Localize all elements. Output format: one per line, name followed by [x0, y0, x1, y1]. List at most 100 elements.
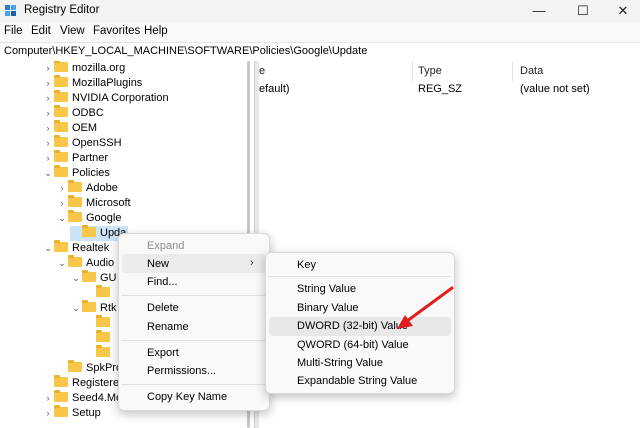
- submenu-qword-value[interactable]: QWORD (64-bit) Value: [297, 339, 409, 351]
- menu-permissions[interactable]: Permissions...: [147, 365, 216, 377]
- expand-arrow-icon[interactable]: ›: [56, 196, 68, 211]
- tree-item-label: ODBC: [72, 107, 104, 119]
- menu-expand[interactable]: Expand: [147, 240, 184, 252]
- submenu-multi-string-value[interactable]: Multi-String Value: [297, 357, 383, 369]
- folder-icon: [54, 390, 68, 402]
- column-name[interactable]: e: [259, 65, 265, 77]
- menu-help[interactable]: Help: [144, 25, 168, 37]
- expand-arrow-icon[interactable]: ›: [42, 136, 54, 151]
- expand-arrow-icon[interactable]: ›: [42, 106, 54, 121]
- folder-icon: [96, 330, 110, 342]
- submenu-expandable-string-value[interactable]: Expandable String Value: [297, 375, 417, 387]
- tree-item[interactable]: › Microsoft: [56, 195, 131, 211]
- folder-icon: [82, 300, 96, 312]
- close-button[interactable]: ✕: [600, 0, 640, 22]
- column-divider[interactable]: [412, 61, 413, 81]
- tree-item[interactable]: › Partner: [42, 150, 109, 166]
- menu-new[interactable]: New: [147, 258, 169, 270]
- tree-item[interactable]: ⌄ Realtek: [42, 240, 109, 256]
- submenu-string-value[interactable]: String Value: [297, 283, 356, 295]
- expand-arrow-icon[interactable]: ›: [42, 76, 54, 91]
- tree-item[interactable]: › MozillaPlugins: [42, 75, 143, 91]
- menu-delete[interactable]: Delete: [147, 302, 179, 314]
- collapse-arrow-icon[interactable]: ⌄: [56, 256, 68, 271]
- folder-icon: [54, 120, 68, 132]
- tree-item-label: Setup: [72, 407, 101, 419]
- folder-icon: [68, 360, 82, 372]
- folder-icon: [54, 150, 68, 162]
- expand-arrow-icon[interactable]: ›: [42, 151, 54, 166]
- collapse-arrow-icon[interactable]: ⌄: [70, 271, 82, 286]
- submenu-binary-value[interactable]: Binary Value: [297, 302, 359, 314]
- tree-item-label: Seed4.Me: [72, 392, 123, 404]
- expand-arrow-icon[interactable]: ›: [42, 121, 54, 136]
- registry-editor-icon: [5, 5, 16, 16]
- folder-icon: [54, 105, 68, 117]
- folder-icon: [68, 195, 82, 207]
- tree-item[interactable]: ⌄ GU: [70, 270, 117, 286]
- folder-icon: [68, 255, 82, 267]
- value-type: REG_SZ: [418, 83, 463, 95]
- tree-item[interactable]: › ODBC: [42, 105, 104, 121]
- folder-icon: [68, 210, 82, 222]
- tree-item[interactable]: › OEM: [42, 120, 97, 136]
- tree-item[interactable]: ⌄ Rtk: [70, 300, 117, 316]
- minimize-button[interactable]: —: [516, 0, 562, 22]
- collapse-arrow-icon[interactable]: ⌄: [70, 301, 82, 316]
- menu-export[interactable]: Export: [147, 347, 179, 359]
- expand-arrow-icon[interactable]: ›: [42, 61, 54, 76]
- tree-item[interactable]: › Seed4.Me: [42, 390, 123, 406]
- tree-item[interactable]: › Adobe: [56, 180, 118, 196]
- menu-rename[interactable]: Rename: [147, 321, 189, 333]
- menu-file[interactable]: File: [4, 25, 23, 37]
- tree-item[interactable]: [84, 330, 114, 346]
- folder-icon: [54, 165, 68, 177]
- expand-arrow-icon[interactable]: ›: [56, 181, 68, 196]
- tree-item-label: MozillaPlugins: [72, 77, 143, 89]
- folder-icon: [96, 285, 110, 297]
- tree-item[interactable]: › NVIDIA Corporation: [42, 90, 169, 106]
- column-type[interactable]: Type: [418, 65, 442, 77]
- menu-edit[interactable]: Edit: [31, 25, 51, 37]
- menu-find[interactable]: Find...: [147, 276, 178, 288]
- tree-item-label: OpenSSH: [72, 137, 122, 149]
- collapse-arrow-icon[interactable]: ⌄: [42, 166, 54, 181]
- menu-favorites[interactable]: Favorites: [93, 25, 140, 37]
- column-data[interactable]: Data: [520, 65, 543, 77]
- expand-arrow-icon[interactable]: ›: [42, 91, 54, 106]
- value-name[interactable]: efault): [259, 83, 290, 95]
- tree-item[interactable]: › Setup: [42, 405, 101, 421]
- address-bar[interactable]: Computer\HKEY_LOCAL_MACHINE\SOFTWARE\Pol…: [0, 42, 640, 62]
- window-title: Registry Editor: [24, 4, 100, 16]
- value-data: (value not set): [520, 83, 590, 95]
- title-bar: Registry Editor — ☐ ✕: [0, 0, 640, 22]
- column-divider[interactable]: [512, 61, 513, 81]
- expand-arrow-icon[interactable]: ›: [42, 391, 54, 406]
- tree-item[interactable]: [84, 315, 114, 331]
- collapse-arrow-icon[interactable]: ⌄: [56, 211, 68, 226]
- tree-item[interactable]: ⌄ Audio: [56, 255, 114, 271]
- tree-item[interactable]: Registere: [42, 375, 119, 391]
- menu-view[interactable]: View: [60, 25, 85, 37]
- submenu-key[interactable]: Key: [297, 259, 316, 271]
- folder-icon: [82, 270, 96, 282]
- tree-item-label: Partner: [72, 152, 109, 164]
- tree-item[interactable]: SpkPro: [56, 360, 122, 376]
- tree-item[interactable]: [84, 345, 114, 361]
- folder-icon: [82, 225, 96, 237]
- tree-item-label: Microsoft: [86, 197, 131, 209]
- tree-item[interactable]: ⌄ Policies: [42, 165, 110, 181]
- tree-item[interactable]: › mozilla.org: [42, 61, 125, 76]
- menu-bar: File Edit View Favorites Help: [0, 22, 640, 42]
- menu-separator: [121, 384, 265, 385]
- expand-arrow-icon[interactable]: ›: [42, 406, 54, 421]
- menu-copy-key-name[interactable]: Copy Key Name: [147, 391, 227, 403]
- tree-item[interactable]: [84, 285, 114, 301]
- submenu-dword-value[interactable]: DWORD (32-bit) Value: [297, 320, 408, 332]
- tree-item[interactable]: ⌄ Google: [56, 210, 121, 226]
- folder-icon: [54, 135, 68, 147]
- collapse-arrow-icon[interactable]: ⌄: [42, 241, 54, 256]
- tree-item[interactable]: › OpenSSH: [42, 135, 122, 151]
- folder-icon: [54, 375, 68, 387]
- menu-separator: [121, 295, 265, 296]
